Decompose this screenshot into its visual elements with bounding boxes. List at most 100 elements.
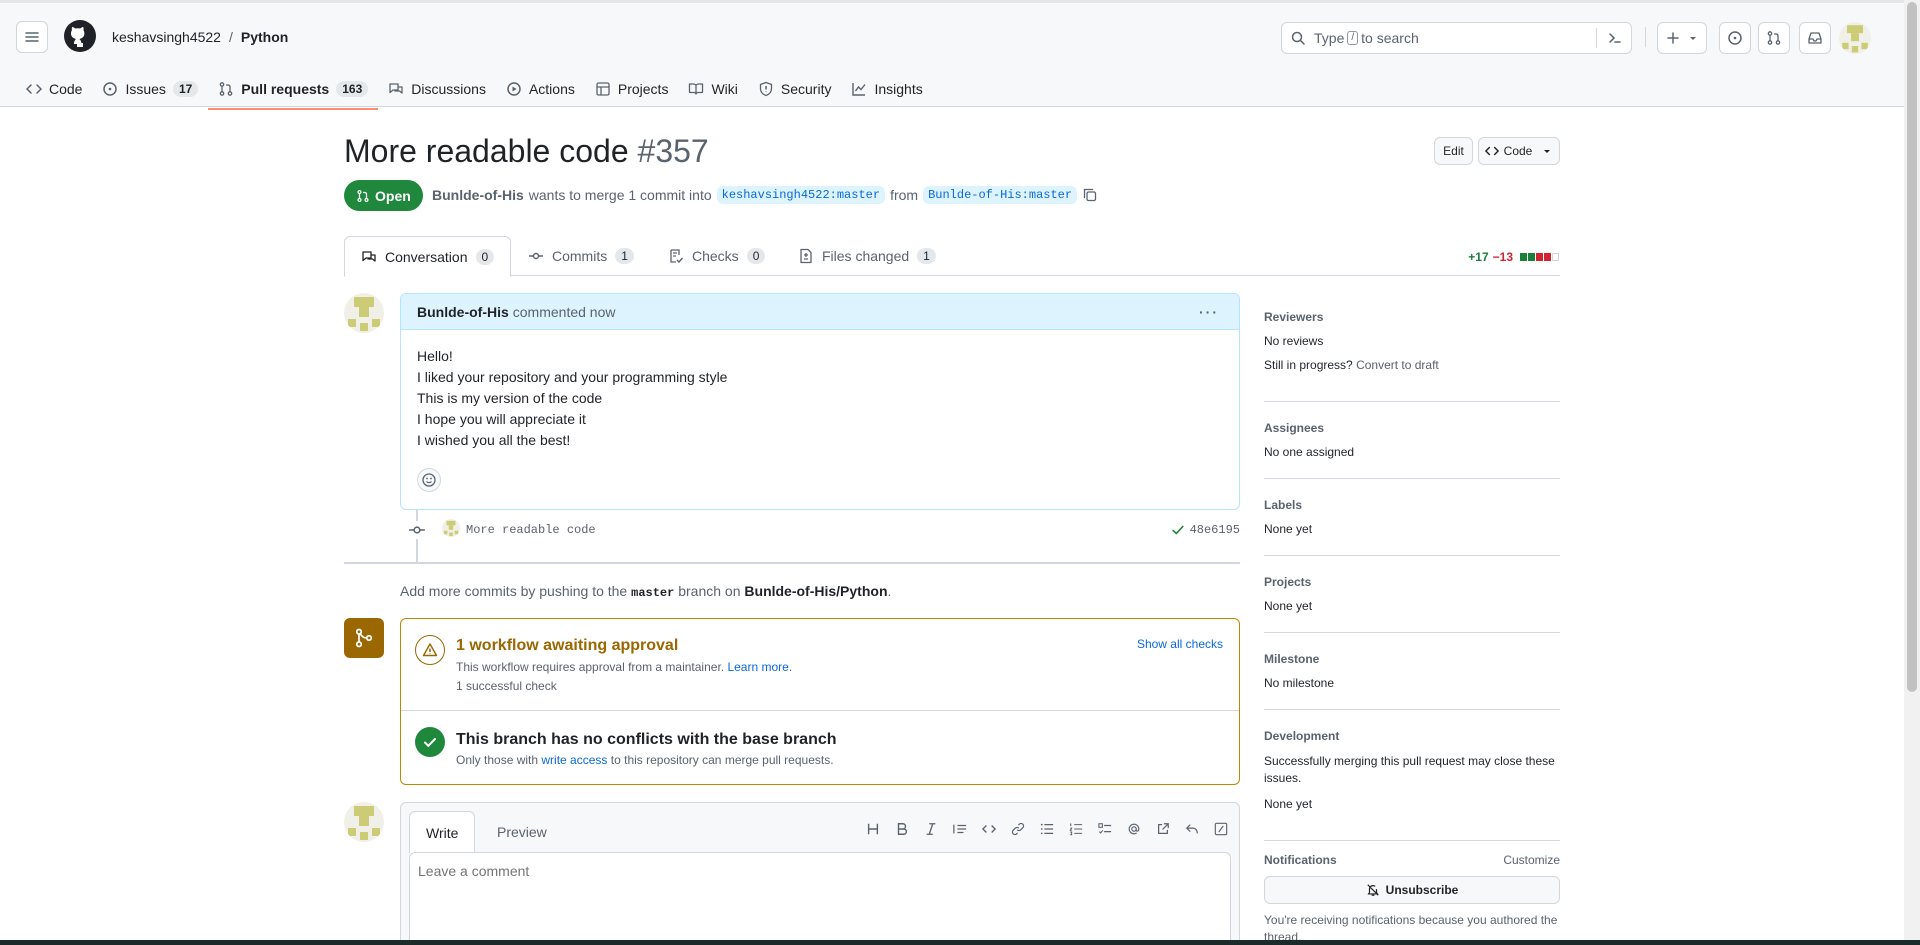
comment-line: Hello! — [417, 348, 453, 364]
github-logo-icon[interactable] — [64, 20, 96, 52]
issues-button[interactable] — [1719, 22, 1751, 54]
labels-heading[interactable]: Labels — [1264, 498, 1560, 512]
comment-author[interactable]: Bunlde-of-His — [417, 304, 509, 320]
user-avatar[interactable] — [1839, 22, 1871, 54]
comment-textarea[interactable] — [409, 852, 1231, 945]
kebab-menu-icon[interactable]: ··· — [1199, 304, 1219, 320]
tab-write[interactable]: Write — [409, 811, 476, 853]
copy-icon[interactable] — [1082, 187, 1098, 203]
bullet-list-icon[interactable] — [1039, 821, 1055, 837]
write-access-link[interactable]: write access — [541, 753, 607, 767]
scrollbar[interactable] — [1904, 0, 1920, 945]
tab-commits[interactable]: Commits 1 — [528, 236, 634, 276]
add-reaction-button[interactable] — [417, 468, 441, 492]
assignees-section: Assignees No one assigned — [1264, 421, 1560, 459]
conflict-suffix: to this repository can merge pull reques… — [610, 753, 834, 767]
commit-message[interactable]: More readable code — [466, 523, 596, 537]
nav-code[interactable]: Code — [16, 73, 92, 105]
check-icon[interactable] — [1171, 523, 1185, 537]
tab-files-changed[interactable]: Files changed 1 — [798, 236, 936, 276]
convert-to-draft-link[interactable]: Convert to draft — [1356, 358, 1439, 372]
code-icon[interactable] — [981, 821, 997, 837]
nav-actions[interactable]: Actions — [496, 73, 585, 105]
no-conflicts-description: Only those with write access to this rep… — [456, 753, 834, 767]
tab-count: 1 — [917, 248, 936, 264]
comment-card: Bunlde-of-His commented now ··· Hello! I… — [400, 293, 1240, 510]
issue-icon — [1728, 31, 1742, 45]
git-merge-icon — [344, 618, 384, 658]
milestone-value: No milestone — [1264, 676, 1335, 690]
plus-icon — [1667, 32, 1679, 44]
nav-pull-requests[interactable]: Pull requests 163 — [208, 73, 379, 110]
current-user-avatar[interactable] — [344, 802, 384, 842]
nav-security[interactable]: Security — [748, 73, 842, 105]
code-dropdown-button[interactable]: Code — [1478, 137, 1560, 165]
numbered-list-icon[interactable] — [1068, 821, 1084, 837]
italic-icon[interactable] — [923, 821, 939, 837]
repo-owner-link[interactable]: keshavsingh4522 — [112, 29, 221, 45]
projects-heading[interactable]: Projects — [1264, 575, 1560, 589]
diff-square — [1520, 253, 1527, 261]
head-branch[interactable]: Bunlde-of-His:master — [923, 186, 1078, 204]
tab-count: 0 — [475, 248, 495, 265]
comment-meta: commented now — [512, 303, 616, 320]
base-branch[interactable]: keshavsingh4522:master — [716, 186, 886, 204]
pull-requests-button[interactable] — [1758, 22, 1790, 54]
nav-projects[interactable]: Projects — [585, 73, 679, 105]
repo-name-link[interactable]: Python — [241, 29, 288, 45]
menu-icon[interactable] — [16, 21, 48, 53]
show-all-checks-link[interactable]: Show all checks — [1137, 637, 1223, 651]
tab-preview[interactable]: Preview — [497, 811, 547, 853]
discussions-icon — [389, 83, 403, 94]
conversation-icon — [362, 250, 376, 262]
command-palette-icon[interactable] — [1607, 30, 1623, 46]
customize-link[interactable]: Customize — [1503, 853, 1560, 867]
heading-icon[interactable] — [865, 821, 881, 837]
diff-square — [1544, 253, 1551, 261]
nav-insights[interactable]: Insights — [841, 73, 932, 105]
mention-icon[interactable] — [1126, 821, 1142, 837]
diff-square — [1528, 253, 1535, 261]
code-icon — [1484, 146, 1499, 156]
commenter-avatar[interactable] — [344, 293, 384, 333]
status-badge: Open — [344, 180, 423, 211]
reviewers-heading[interactable]: Reviewers — [1264, 310, 1560, 324]
search-input[interactable]: Type / to search — [1281, 22, 1632, 54]
unsubscribe-button[interactable]: Unsubscribe — [1264, 876, 1560, 904]
nav-wiki[interactable]: Wiki — [678, 73, 747, 105]
nav-label: Actions — [528, 81, 575, 97]
merge-box: 1 workflow awaiting approval This workfl… — [400, 618, 1240, 785]
learn-more-link[interactable]: Learn more. — [727, 660, 792, 674]
tab-conversation[interactable]: Conversation 0 — [344, 236, 512, 277]
chevron-down-icon — [1544, 150, 1551, 153]
taskbar-strip — [0, 940, 1920, 945]
link-icon[interactable] — [1010, 821, 1026, 837]
assignees-heading[interactable]: Assignees — [1264, 421, 1560, 435]
push-hint: Add more commits by pushing to the maste… — [400, 583, 891, 600]
task-list-icon[interactable] — [1097, 821, 1113, 837]
quote-icon[interactable] — [952, 821, 968, 837]
development-section: Development Successfully merging this pu… — [1264, 729, 1560, 811]
reply-icon[interactable] — [1184, 821, 1200, 837]
workflow-approval-section: 1 workflow awaiting approval This workfl… — [401, 619, 1239, 711]
search-divider — [1596, 28, 1597, 48]
nav-discussions[interactable]: Discussions — [378, 73, 496, 105]
commit-author-avatar[interactable] — [442, 519, 460, 537]
issue-icon — [103, 82, 118, 96]
scrollbar-thumb[interactable] — [1907, 2, 1917, 692]
notifications-button[interactable] — [1799, 22, 1831, 54]
bold-icon[interactable] — [894, 821, 910, 837]
development-heading[interactable]: Development — [1264, 729, 1560, 743]
tab-checks[interactable]: Checks 0 — [668, 236, 766, 276]
create-new-button[interactable] — [1657, 22, 1707, 54]
pull-requests-count: 163 — [336, 81, 369, 97]
slash-command-icon[interactable] — [1213, 821, 1229, 837]
from-text: from — [890, 187, 919, 203]
milestone-heading[interactable]: Milestone — [1264, 652, 1560, 666]
pr-author-link[interactable]: Bunlde-of-His — [432, 187, 524, 203]
cross-reference-icon[interactable] — [1155, 821, 1171, 837]
commit-sha[interactable]: 48e6195 — [1190, 523, 1240, 537]
reviewers-section: Reviewers No reviews Still in progress? … — [1264, 310, 1560, 372]
edit-button[interactable]: Edit — [1434, 137, 1473, 165]
nav-issues[interactable]: Issues 17 — [92, 73, 208, 105]
